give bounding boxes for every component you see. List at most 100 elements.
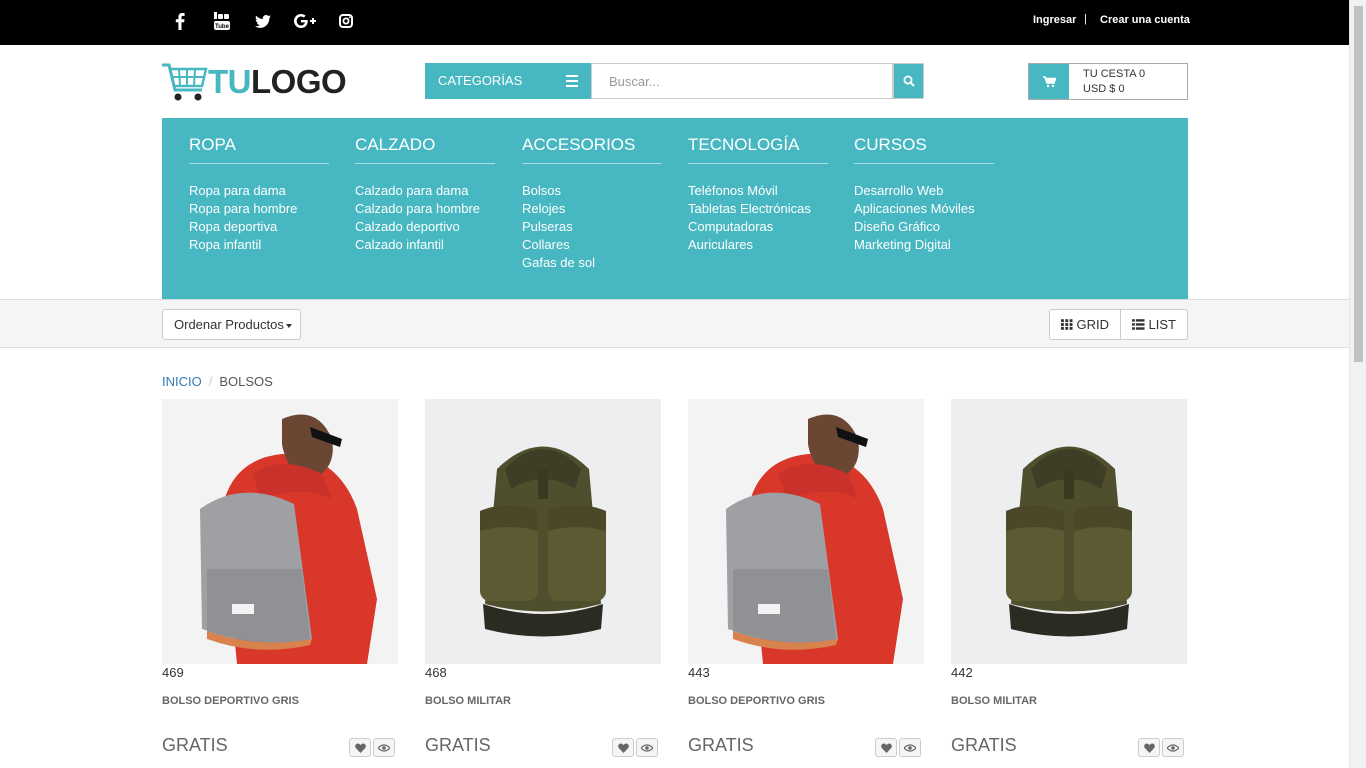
grid-view-button[interactable]: GRID bbox=[1049, 309, 1121, 340]
search-button[interactable] bbox=[893, 63, 924, 99]
register-link[interactable]: Crear una cuenta bbox=[1100, 14, 1190, 26]
breadcrumb-home[interactable]: INICIO bbox=[162, 374, 202, 389]
product-name[interactable]: BOLSO DEPORTIVO GRIS bbox=[688, 695, 825, 707]
wishlist-button[interactable] bbox=[612, 738, 634, 757]
product-image[interactable] bbox=[951, 399, 1187, 664]
cart-total: USD $ 0 bbox=[1083, 83, 1125, 95]
quick-view-button[interactable] bbox=[1162, 738, 1184, 757]
menu-item[interactable]: Diseño Gráfico bbox=[854, 218, 994, 236]
instagram-icon[interactable] bbox=[338, 11, 354, 31]
menu-bars-icon bbox=[566, 75, 578, 90]
search-icon bbox=[903, 75, 915, 87]
product-card[interactable]: 442 BOLSO MILITAR GRATIS bbox=[951, 399, 1188, 757]
menu-item[interactable]: Calzado para dama bbox=[355, 182, 495, 200]
product-id: 468 bbox=[425, 665, 447, 680]
menu-item[interactable]: Bolsos bbox=[522, 182, 662, 200]
menu-item[interactable]: Ropa deportiva bbox=[189, 218, 329, 236]
product-actions bbox=[875, 738, 921, 757]
wishlist-button[interactable] bbox=[1138, 738, 1160, 757]
quick-view-button[interactable] bbox=[636, 738, 658, 757]
product-image[interactable] bbox=[688, 399, 924, 664]
menu-title[interactable]: CALZADO bbox=[355, 135, 495, 164]
quick-view-button[interactable] bbox=[373, 738, 395, 757]
list-label: LIST bbox=[1148, 317, 1176, 332]
product-name[interactable]: BOLSO DEPORTIVO GRIS bbox=[162, 695, 299, 707]
menu-item[interactable]: Gafas de sol bbox=[522, 254, 662, 272]
product-card[interactable]: 468 BOLSO MILITAR GRATIS bbox=[425, 399, 662, 757]
menu-item[interactable]: Teléfonos Móvil bbox=[688, 182, 828, 200]
menu-title[interactable]: CURSOS bbox=[854, 135, 994, 164]
eye-icon bbox=[378, 743, 390, 752]
search-input[interactable] bbox=[591, 63, 893, 99]
menu-item[interactable]: Collares bbox=[522, 236, 662, 254]
facebook-icon[interactable] bbox=[172, 11, 188, 31]
product-id: 469 bbox=[162, 665, 184, 680]
product-price: GRATIS bbox=[951, 735, 1017, 755]
product-id: 443 bbox=[688, 665, 710, 680]
menu-item[interactable]: Auriculares bbox=[688, 236, 828, 254]
menu-item[interactable]: Calzado para hombre bbox=[355, 200, 495, 218]
grid-icon bbox=[1061, 319, 1073, 330]
caret-down-icon bbox=[285, 323, 292, 328]
menu-item[interactable]: Pulseras bbox=[522, 218, 662, 236]
product-id: 442 bbox=[951, 665, 973, 680]
page-scrollbar[interactable] bbox=[1349, 0, 1366, 768]
top-bar: Tube Ingresar | Crear una cuenta bbox=[0, 0, 1349, 45]
product-image[interactable] bbox=[425, 399, 661, 664]
svg-text:Tube: Tube bbox=[215, 24, 230, 30]
menu-item[interactable]: Calzado infantil bbox=[355, 236, 495, 254]
product-actions bbox=[612, 738, 658, 757]
menu-item[interactable]: Desarrollo Web bbox=[854, 182, 994, 200]
youtube-icon[interactable]: Tube bbox=[213, 11, 231, 31]
product-name[interactable]: BOLSO MILITAR bbox=[951, 695, 1037, 707]
product-toolbar: Ordenar Productos GRID LIST bbox=[0, 299, 1349, 348]
menu-item[interactable]: Marketing Digital bbox=[854, 236, 994, 254]
menu-item[interactable]: Relojes bbox=[522, 200, 662, 218]
list-view-button[interactable]: LIST bbox=[1121, 309, 1188, 340]
product-actions bbox=[1138, 738, 1184, 757]
eye-icon bbox=[641, 743, 653, 752]
sort-products-dropdown[interactable]: Ordenar Productos bbox=[162, 309, 301, 340]
product-actions bbox=[349, 738, 395, 757]
breadcrumb: INICIO / BOLSOS bbox=[162, 374, 273, 389]
twitter-icon[interactable] bbox=[254, 11, 272, 31]
menu-item[interactable]: Calzado deportivo bbox=[355, 218, 495, 236]
menu-title[interactable]: TECNOLOGÍA bbox=[688, 135, 828, 164]
shopping-cart-logo-icon bbox=[162, 63, 208, 101]
menu-item[interactable]: Ropa infantil bbox=[189, 236, 329, 254]
wishlist-button[interactable] bbox=[349, 738, 371, 757]
cart-icon bbox=[1029, 64, 1069, 99]
menu-title[interactable]: ROPA bbox=[189, 135, 329, 164]
product-price: GRATIS bbox=[425, 735, 491, 755]
breadcrumb-separator: / bbox=[208, 374, 213, 389]
menu-column-calzado: CALZADO Calzado para dama Calzado para h… bbox=[355, 135, 495, 254]
login-link[interactable]: Ingresar bbox=[1033, 14, 1076, 26]
menu-item[interactable]: Ropa para hombre bbox=[189, 200, 329, 218]
logo-logo: LOGO bbox=[251, 63, 347, 100]
menu-item[interactable]: Computadoras bbox=[688, 218, 828, 236]
product-price: GRATIS bbox=[162, 735, 228, 755]
scrollbar-thumb[interactable] bbox=[1354, 6, 1363, 362]
quick-view-button[interactable] bbox=[899, 738, 921, 757]
categories-label: CATEGORÍAS bbox=[438, 73, 523, 88]
product-image[interactable] bbox=[162, 399, 398, 664]
logo-tu: TU bbox=[208, 63, 252, 100]
google-plus-icon[interactable] bbox=[293, 11, 317, 31]
categories-button[interactable]: CATEGORÍAS bbox=[425, 63, 591, 99]
menu-item[interactable]: Tabletas Electrónicas bbox=[688, 200, 828, 218]
breadcrumb-current: BOLSOS bbox=[219, 374, 273, 389]
logo-text: TULOGO bbox=[208, 62, 347, 102]
cart-widget[interactable]: TU CESTA 0 USD $ 0 bbox=[1028, 63, 1188, 100]
product-card[interactable]: 443 BOLSO DEPORTIVO GRIS GRATIS bbox=[688, 399, 925, 757]
product-name[interactable]: BOLSO MILITAR bbox=[425, 695, 511, 707]
menu-item[interactable]: Aplicaciones Móviles bbox=[854, 200, 994, 218]
category-mega-menu: ROPA Ropa para dama Ropa para hombre Rop… bbox=[162, 118, 1188, 299]
wishlist-button[interactable] bbox=[875, 738, 897, 757]
menu-item[interactable]: Ropa para dama bbox=[189, 182, 329, 200]
topbar-separator: | bbox=[1084, 13, 1087, 25]
list-icon bbox=[1132, 319, 1145, 330]
view-toggle-group: GRID LIST bbox=[1049, 309, 1188, 340]
product-card[interactable]: 469 BOLSO DEPORTIVO GRIS GRATIS bbox=[162, 399, 399, 757]
eye-icon bbox=[904, 743, 916, 752]
menu-title[interactable]: ACCESORIOS bbox=[522, 135, 662, 164]
